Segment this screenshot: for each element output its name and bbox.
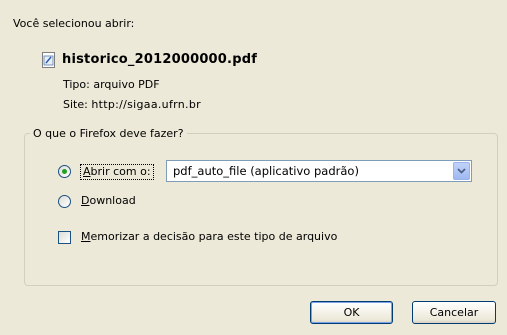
chevron-down-icon[interactable] — [453, 162, 470, 180]
type-label: Tipo: — [63, 78, 90, 91]
download-radio[interactable] — [58, 195, 71, 208]
remember-checkbox[interactable] — [58, 231, 71, 244]
remember-label[interactable]: Memorizar a decisão para este tipo de ar… — [81, 230, 337, 243]
application-select-value: pdf_auto_file (aplicativo padrão) — [173, 164, 359, 178]
file-site: Site: http://sigaa.ufrn.br — [63, 98, 201, 111]
site-value: http://sigaa.ufrn.br — [91, 98, 201, 111]
ok-button[interactable]: OK — [310, 301, 393, 324]
group-title: O que o Firefox deve fazer? — [30, 127, 187, 140]
download-text: ownload — [89, 194, 136, 207]
open-with-label[interactable]: Abrir com o: — [80, 164, 154, 180]
open-with-text: brir com o: — [90, 165, 151, 178]
pdf-file-icon — [42, 52, 55, 68]
application-select[interactable]: pdf_auto_file (aplicativo padrão) — [166, 160, 472, 182]
open-with-radio[interactable] — [58, 165, 71, 178]
file-name: historico_2012000000.pdf — [62, 52, 258, 67]
action-groupbox — [24, 133, 498, 286]
intro-text: Você selecionou abrir: — [13, 17, 135, 30]
cancel-button[interactable]: Cancelar — [412, 301, 496, 324]
open-with-accel: A — [83, 165, 91, 178]
type-value: arquivo PDF — [93, 78, 160, 91]
remember-text: emorizar a decisão para este tipo de arq… — [90, 230, 338, 243]
site-label: Site: — [63, 98, 88, 111]
file-type: Tipo: arquivo PDF — [63, 78, 160, 91]
download-label[interactable]: Download — [81, 194, 136, 207]
remember-accel: M — [81, 230, 91, 243]
